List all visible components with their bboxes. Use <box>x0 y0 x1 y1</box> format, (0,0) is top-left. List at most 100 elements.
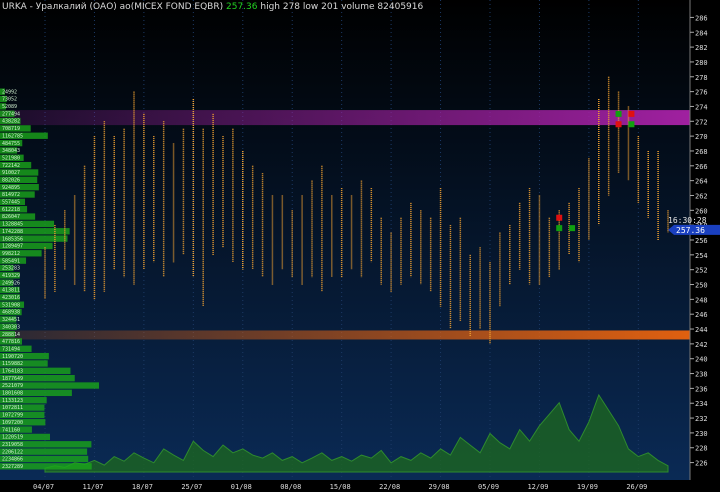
time-tick-label: 19/09 <box>577 483 598 491</box>
time-tick-label: 08/08 <box>280 483 301 491</box>
trade-marker <box>628 110 635 117</box>
profile-label: 521980 <box>2 155 20 161</box>
time-axis-panel <box>0 480 720 492</box>
symbol: URKA <box>2 2 27 12</box>
profile-label: 288814 <box>2 332 20 338</box>
level-band-272 <box>0 110 690 126</box>
price-tick-label: 226 <box>695 460 708 468</box>
price-tick-label: 252 <box>695 267 708 275</box>
time-tick-label: 18/07 <box>132 483 153 491</box>
instrument-name: Уралкалий (ОАО) ао(MICEX FOND EQBR) <box>35 2 224 12</box>
profile-label: 882026 <box>2 178 20 184</box>
profile-label: 2327289 <box>2 464 23 470</box>
profile-label: 1133123 <box>2 398 23 404</box>
price-tick-label: 268 <box>695 148 708 156</box>
time-tick-label: 25/07 <box>181 483 202 491</box>
profile-label: 741160 <box>2 427 20 433</box>
trade-marker <box>615 110 622 117</box>
profile-label: 1162785 <box>2 133 23 139</box>
profile-label: 1190720 <box>2 354 23 360</box>
price-tick-label: 232 <box>695 415 708 423</box>
profile-label: 438282 <box>2 119 20 125</box>
price-tick-label: 274 <box>695 103 708 111</box>
price-tick-label: 250 <box>695 282 708 290</box>
profile-label: 1742288 <box>2 229 23 235</box>
trade-marker <box>556 225 563 232</box>
time-tick-label: 12/09 <box>527 483 548 491</box>
price-tick-label: 236 <box>695 385 708 393</box>
trade-marker <box>569 225 576 232</box>
profile-label: 340303 <box>2 324 20 330</box>
price-tick-label: 282 <box>695 44 708 52</box>
chart-header: URKA - Уралкалий (ОАО) ао(MICEX FOND EQB… <box>2 2 424 12</box>
profile-label: 419329 <box>2 273 20 279</box>
profile-label: 1097200 <box>2 420 23 426</box>
profile-label: 1072811 <box>2 405 23 411</box>
volume-value: volume 82405916 <box>341 2 424 12</box>
time-tick-label: 01/08 <box>231 483 252 491</box>
price-tick-label: 242 <box>695 341 708 349</box>
profile-label: 1072799 <box>2 413 23 419</box>
price-tick-label: 248 <box>695 296 708 304</box>
profile-label: 557445 <box>2 200 20 206</box>
profile-label: 1685356 <box>2 236 23 242</box>
high-value: high 278 <box>260 2 301 12</box>
profile-label: 910027 <box>2 170 20 176</box>
price-tick-label: 266 <box>695 163 708 171</box>
profile-label: 468938 <box>2 310 20 316</box>
price-tick-label: 280 <box>695 59 708 67</box>
time-tick-label: 15/08 <box>330 483 351 491</box>
profile-label: 484755 <box>2 141 20 147</box>
time-tick-label: 11/07 <box>82 483 103 491</box>
price-tick-label: 278 <box>695 74 708 82</box>
price-tick-label: 272 <box>695 118 708 126</box>
profile-label: 731494 <box>2 346 20 352</box>
price-tick-label: 254 <box>695 252 708 260</box>
profile-label: 413811 <box>2 288 20 294</box>
time-tick-label: 29/08 <box>429 483 450 491</box>
time-tick-label: 26/09 <box>626 483 647 491</box>
last-price-tag-label: 257.36 <box>676 226 705 235</box>
profile-label: 1220519 <box>2 435 23 441</box>
profile-label: 24992 <box>2 89 17 95</box>
profile-label: 2234866 <box>2 457 23 463</box>
profile-label: 249926 <box>2 280 20 286</box>
low-value: low 201 <box>302 2 339 12</box>
price-tick-label: 286 <box>695 14 708 22</box>
trade-marker <box>628 121 635 128</box>
time-tick-label: 05/09 <box>478 483 499 491</box>
price-tick-label: 264 <box>695 178 708 186</box>
profile-label: 348043 <box>2 148 20 154</box>
price-tick-label: 256 <box>695 237 708 245</box>
profile-label: 52089 <box>2 104 17 110</box>
profile-label: 2319058 <box>2 442 23 448</box>
profile-label: 585491 <box>2 258 20 264</box>
price-chart[interactable]: 272243 249927305252089277494438282708719… <box>0 0 720 492</box>
time-tick-label: 22/08 <box>379 483 400 491</box>
price-tick-label: 240 <box>695 356 708 364</box>
last-price: 257.36 <box>226 2 258 12</box>
price-tick-label: 262 <box>695 192 708 200</box>
price-tick-label: 238 <box>695 371 708 379</box>
price-tick-label: 276 <box>695 89 708 97</box>
level-band-243 <box>0 330 690 340</box>
price-tick-label: 228 <box>695 445 708 453</box>
profile-label: 814972 <box>2 192 20 198</box>
trade-marker <box>556 214 563 221</box>
chart-background <box>0 0 690 480</box>
profile-label: 612218 <box>2 207 20 213</box>
profile-label: 324451 <box>2 317 20 323</box>
time-tick-label: 04/07 <box>33 483 54 491</box>
profile-label: 277494 <box>2 111 20 117</box>
profile-label: 2521079 <box>2 383 23 389</box>
price-tick-label: 244 <box>695 326 708 334</box>
profile-label: 1801608 <box>2 391 23 397</box>
time-tag: 16:30:28 <box>668 216 707 225</box>
profile-label: 998212 <box>2 251 20 257</box>
profile-label: 1328845 <box>2 222 23 228</box>
profile-label: 2206122 <box>2 449 23 455</box>
profile-label: 826047 <box>2 214 20 220</box>
profile-label: 708719 <box>2 126 20 132</box>
profile-label: 1159882 <box>2 361 23 367</box>
profile-label: 924895 <box>2 185 20 191</box>
